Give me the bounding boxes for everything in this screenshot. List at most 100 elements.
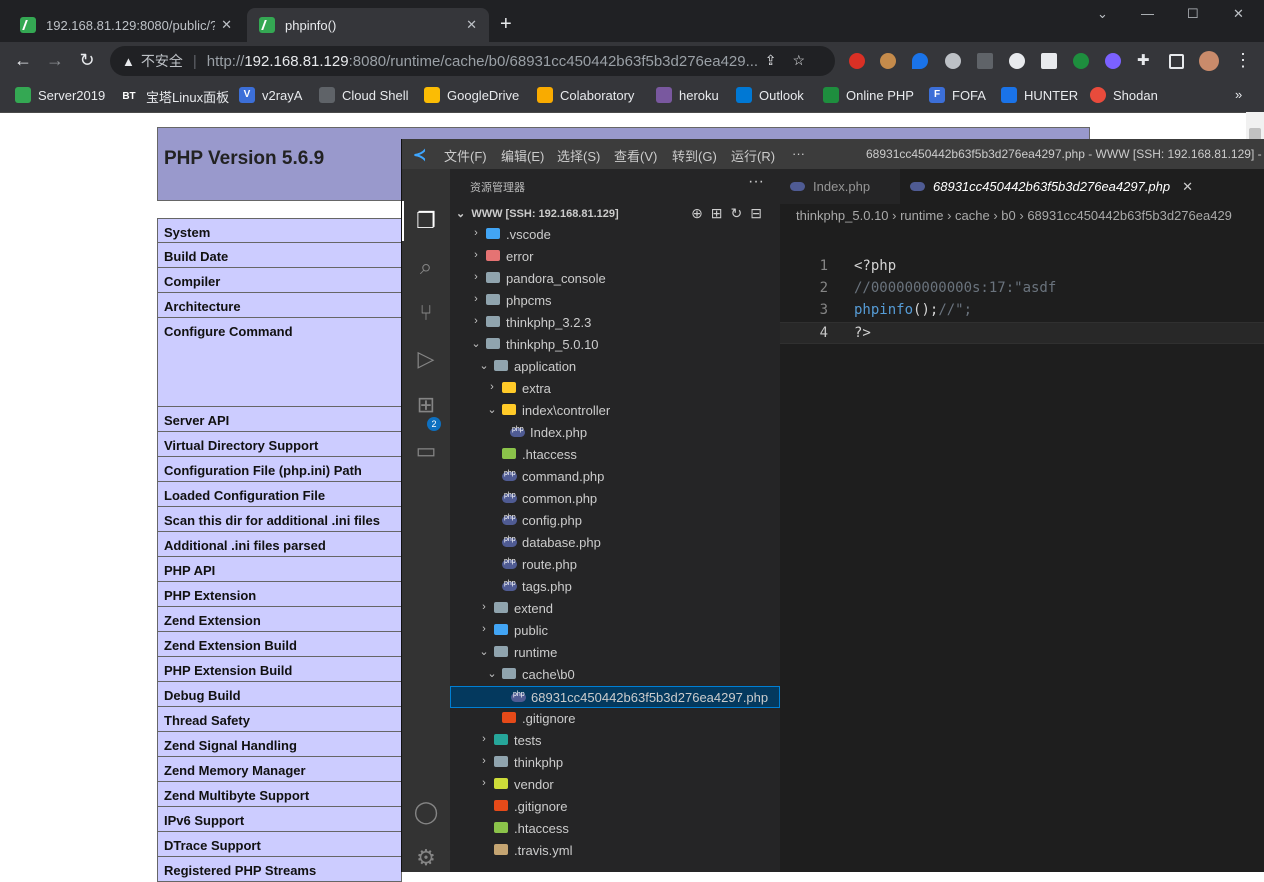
line-text[interactable]: ?> xyxy=(854,325,871,341)
puzzle-extensions-icon[interactable]: ✚ xyxy=(1137,51,1153,69)
explorer-more-icon[interactable]: ··· xyxy=(748,173,764,191)
chevron-right-icon[interactable]: › xyxy=(470,249,482,261)
browser-tab[interactable]: 192.168.81.129:8080/public/?u ✕ xyxy=(8,8,244,42)
editor-tab-active[interactable]: 68931cc450442b63f5b3d276ea4297.php ✕ xyxy=(900,169,1264,204)
tree-folder[interactable]: › public xyxy=(450,620,780,642)
tab-close-icon[interactable]: ✕ xyxy=(1182,179,1193,195)
bookmark[interactable]: Shodan xyxy=(1090,87,1158,103)
menu-selection[interactable]: 选择(S) xyxy=(557,146,600,165)
tree-folder[interactable]: › extend xyxy=(450,598,780,620)
menu-edit[interactable]: 编辑(E) xyxy=(501,146,544,165)
new-tab-button[interactable]: + xyxy=(500,13,512,36)
menu-more[interactable]: ··· xyxy=(792,146,805,161)
menu-kebab-icon[interactable]: ⋮ xyxy=(1232,50,1254,71)
search-icon[interactable]: ⌕ xyxy=(412,253,440,281)
gear-extension-icon[interactable] xyxy=(1073,53,1089,69)
tree-file[interactable]: route.php xyxy=(450,554,780,576)
breadcrumb-item[interactable]: b0 xyxy=(1001,208,1015,223)
tree-folder[interactable]: › error xyxy=(450,246,780,268)
tree-folder[interactable]: › thinkphp xyxy=(450,752,780,774)
tree-file[interactable]: .gitignore xyxy=(450,796,780,818)
bookmark[interactable]: heroku xyxy=(656,87,719,103)
tree-file[interactable]: .gitignore xyxy=(450,708,780,730)
tree-folder[interactable]: › vendor xyxy=(450,774,780,796)
code-line[interactable]: 1 <?php xyxy=(780,256,1264,278)
record-extension-icon[interactable] xyxy=(945,53,961,69)
proxy-extension-icon[interactable] xyxy=(977,53,993,69)
remote-explorer-icon[interactable]: ▭ xyxy=(412,437,440,465)
tab-search-icon[interactable]: ⌄ xyxy=(1097,6,1108,22)
chevron-right-icon[interactable]: › xyxy=(478,623,490,635)
tree-file[interactable]: Index.php xyxy=(450,422,780,444)
bookmark[interactable]: Outlook xyxy=(736,87,804,103)
adblock-extension-icon[interactable] xyxy=(849,53,865,69)
extensions-icon[interactable]: ⊞ xyxy=(412,391,440,419)
explorer-icon[interactable]: ❐ xyxy=(412,207,440,235)
cookie-extension-icon[interactable] xyxy=(880,53,896,69)
tree-file[interactable]: .htaccess xyxy=(450,444,780,466)
chevron-right-icon[interactable]: › xyxy=(470,293,482,305)
tree-folder[interactable]: › .vscode xyxy=(450,224,780,246)
profile-avatar[interactable] xyxy=(1199,51,1219,71)
menu-view[interactable]: 查看(V) xyxy=(614,146,657,165)
sidepanel-icon[interactable] xyxy=(1169,54,1184,69)
chevron-down-icon[interactable]: ⌄ xyxy=(486,403,498,416)
chevron-right-icon[interactable]: › xyxy=(478,733,490,745)
chevron-right-icon[interactable]: › xyxy=(478,755,490,767)
chevron-right-icon[interactable]: › xyxy=(478,777,490,789)
code-line[interactable]: 2 //000000000000s:17:"asdf xyxy=(780,278,1264,300)
chevron-right-icon[interactable]: › xyxy=(470,271,482,283)
breadcrumb-item[interactable]: cache xyxy=(955,208,990,223)
minimize-button[interactable]: — xyxy=(1141,6,1154,21)
menu-go[interactable]: 转到(G) xyxy=(672,146,717,165)
chevron-down-icon[interactable]: ⌄ xyxy=(478,359,490,372)
menu-run[interactable]: 运行(R) xyxy=(731,146,775,165)
line-text[interactable]: phpinfo();//"; xyxy=(854,302,972,318)
tab-close-icon[interactable]: ✕ xyxy=(221,17,232,33)
bookmark[interactable]: Vv2rayA xyxy=(239,87,302,103)
share-star-icons[interactable]: ⇪☆ xyxy=(765,52,821,69)
tab-close-icon[interactable]: ✕ xyxy=(466,17,477,33)
breadcrumb-item[interactable]: thinkphp_5.0.10 xyxy=(796,208,889,223)
tree-file[interactable]: database.php xyxy=(450,532,780,554)
breadcrumb-item[interactable]: runtime xyxy=(900,208,943,223)
chevron-down-icon[interactable]: ⌄ xyxy=(470,337,482,350)
tree-file[interactable]: command.php xyxy=(450,466,780,488)
account-icon[interactable]: ◯ xyxy=(412,798,440,826)
settings-gear-icon[interactable]: ⚙ xyxy=(412,844,440,872)
source-control-icon[interactable]: ⑂ xyxy=(412,299,440,327)
tree-file[interactable]: 68931cc450442b63f5b3d276ea4297.php xyxy=(450,686,780,708)
tree-folder[interactable]: ⌄ cache\b0 xyxy=(450,664,780,686)
chevron-right-icon[interactable]: › xyxy=(486,381,498,393)
tree-file[interactable]: .htaccess xyxy=(450,818,780,840)
warning-icon[interactable]: ▲ xyxy=(122,54,135,69)
security-label[interactable]: 不安全 xyxy=(141,51,183,71)
chevron-right-icon[interactable]: › xyxy=(470,315,482,327)
reload-icon[interactable]: ↻ xyxy=(76,50,98,71)
address-bar[interactable]: ▲ 不安全 | http://192.168.81.129:8080/runti… xyxy=(110,46,835,76)
back-arrow-icon[interactable]: ← xyxy=(12,50,34,71)
tree-folder[interactable]: ⌄ runtime xyxy=(450,642,780,664)
explorer-actions[interactable]: ⊕⊞↻⊟ xyxy=(691,205,770,222)
bookmark[interactable]: HUNTER xyxy=(1001,87,1078,103)
bookmark[interactable]: BT 宝塔Linux面板 xyxy=(119,87,229,106)
maximize-button[interactable]: ☐ xyxy=(1187,6,1199,22)
chevron-right-icon[interactable]: › xyxy=(470,227,482,239)
run-debug-icon[interactable]: ▷ xyxy=(412,345,440,373)
forward-arrow-icon[interactable]: → xyxy=(44,50,66,71)
bookmark[interactable]: Server2019 xyxy=(15,87,105,103)
workspace-root[interactable]: ⌄ WWW [SSH: 192.168.81.129] xyxy=(456,207,619,220)
code-line[interactable]: 4 ?> xyxy=(780,322,1264,344)
tree-folder[interactable]: ⌄ index\controller xyxy=(450,400,780,422)
chevron-down-icon[interactable]: ⌄ xyxy=(478,645,490,658)
url-text[interactable]: http://192.168.81.129:8080/runtime/cache… xyxy=(207,53,767,70)
cloud-extension-icon[interactable] xyxy=(1009,53,1025,69)
bookmark[interactable]: Colaboratory xyxy=(537,87,634,103)
browser-tab-active[interactable]: phpinfo() ✕ xyxy=(247,8,489,42)
chevron-right-icon[interactable]: › xyxy=(478,601,490,613)
line-text[interactable]: //000000000000s:17:"asdf xyxy=(854,280,1056,296)
tree-file[interactable]: config.php xyxy=(450,510,780,532)
chevron-down-icon[interactable]: ⌄ xyxy=(486,667,498,680)
tree-folder[interactable]: › tests xyxy=(450,730,780,752)
tree-folder[interactable]: ⌄ thinkphp_5.0.10 xyxy=(450,334,780,356)
